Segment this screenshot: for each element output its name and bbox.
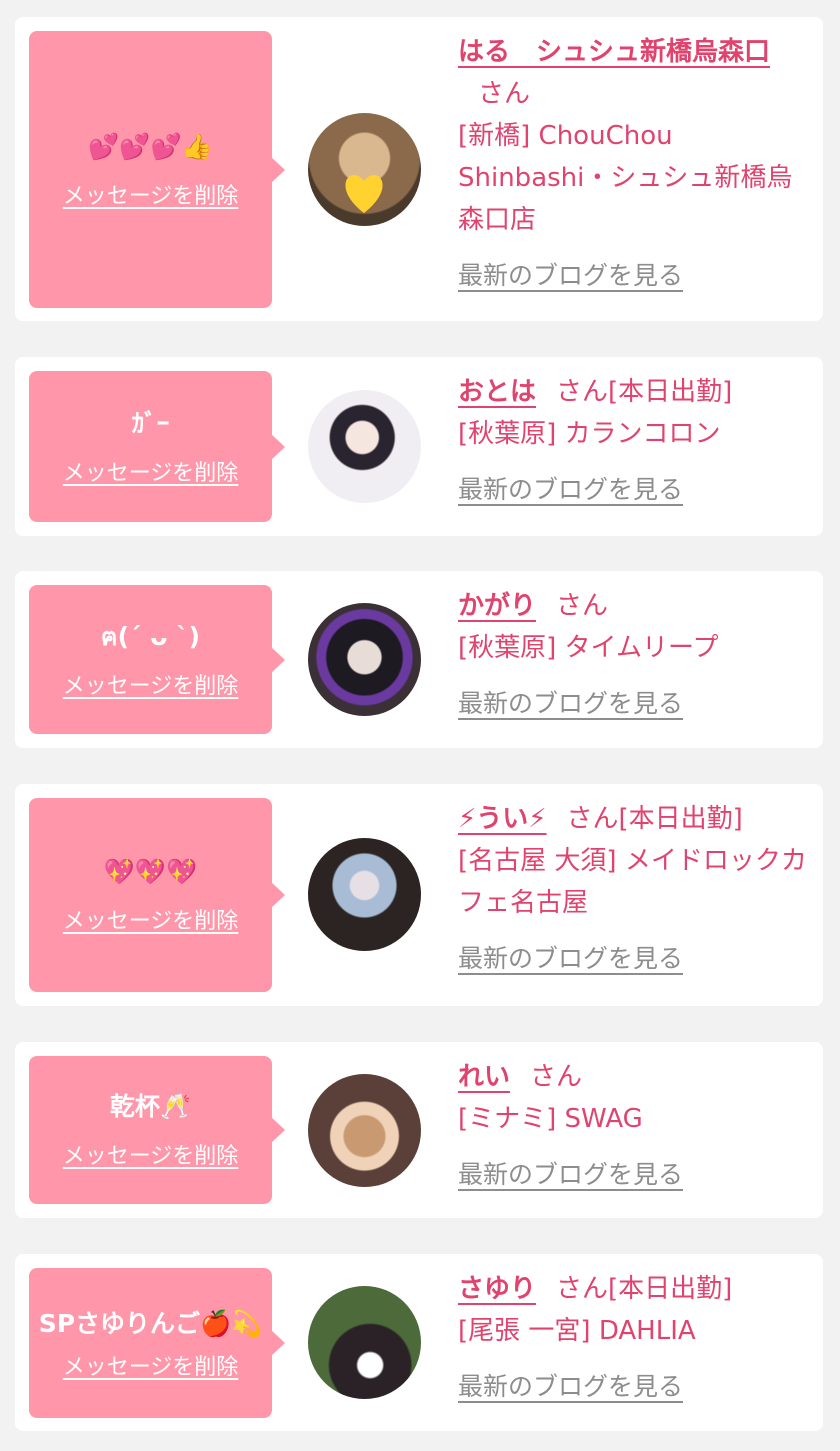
location-text: [秋葉原] タイムリープ	[458, 633, 719, 663]
avatar[interactable]	[308, 390, 421, 503]
blog-link[interactable]: 最新のブログを見る	[458, 255, 683, 297]
message-text: 乾杯🥂	[109, 1092, 192, 1121]
message-text: ฅ(ˊ ᴗ ˋ)	[100, 621, 201, 651]
message-bubble: 乾杯🥂 メッセージを削除	[29, 1056, 285, 1204]
status-badge: [本日出勤]	[618, 804, 743, 834]
entry-info: はる シュシュ新橋烏森口さん [新橋] ChouChou Shinbashi・シ…	[458, 31, 813, 297]
entry-info: れい さん [ミナミ] SWAG 最新のブログを見る	[458, 1056, 813, 1196]
message-text: 💖💖💖	[103, 857, 198, 886]
list-item: 乾杯🥂 メッセージを削除 れい さん [ミナミ] SWAG 最新のブログを見る	[15, 1042, 823, 1218]
message-bubble: 💕💕💕👍 メッセージを削除	[29, 31, 285, 308]
location-text: [新橋] ChouChou Shinbashi・シュシュ新橋烏森口店	[458, 121, 793, 235]
name-link[interactable]: はる シュシュ新橋烏森口	[458, 37, 770, 67]
status-badge: [本日出勤]	[608, 377, 733, 407]
message-text: SPさゆりんご🍎💫	[38, 1309, 263, 1338]
message-bubble: ฅ(ˊ ᴗ ˋ) メッセージを削除	[29, 585, 285, 734]
avatar[interactable]	[308, 1286, 421, 1399]
location-text: [秋葉原] カランコロン	[458, 419, 721, 449]
message-bubble: 💖💖💖 メッセージを削除	[29, 798, 285, 992]
blog-link[interactable]: 最新のブログを見る	[458, 469, 683, 511]
honorific: さん	[556, 377, 609, 407]
delete-message-link[interactable]: メッセージを削除	[63, 178, 239, 210]
honorific: さん	[556, 591, 609, 621]
message-bubble: ｶﾞｰ メッセージを削除	[29, 371, 285, 522]
message-list: 💕💕💕👍 メッセージを削除 はる シュシュ新橋烏森口さん [新橋] ChouCh…	[0, 0, 840, 1451]
name-link[interactable]: ⚡うい⚡	[458, 804, 547, 834]
list-item: ｶﾞｰ メッセージを削除 おとは さん[本日出勤] [秋葉原] カランコロン 最新…	[15, 357, 823, 536]
delete-message-link[interactable]: メッセージを削除	[63, 455, 239, 487]
name-link[interactable]: れい	[458, 1062, 510, 1092]
entry-info: ⚡うい⚡ さん[本日出勤] [名古屋 大須] メイドロックカフェ名古屋 最新のブロ…	[458, 798, 813, 980]
location-text: [名古屋 大須] メイドロックカフェ名古屋	[458, 846, 807, 918]
name-link[interactable]: かがり	[458, 591, 536, 621]
honorific: さん	[530, 1062, 583, 1092]
avatar[interactable]	[308, 113, 421, 226]
blog-link[interactable]: 最新のブログを見る	[458, 683, 683, 725]
avatar[interactable]	[308, 1074, 421, 1187]
name-link[interactable]: おとは	[458, 377, 536, 407]
message-bubble: SPさゆりんご🍎💫 メッセージを削除	[29, 1268, 285, 1418]
avatar[interactable]	[308, 838, 421, 951]
honorific: さん	[478, 79, 531, 109]
blog-link[interactable]: 最新のブログを見る	[458, 1366, 683, 1408]
list-item: ฅ(ˊ ᴗ ˋ) メッセージを削除 かがり さん [秋葉原] タイムリープ 最新の…	[15, 571, 823, 748]
honorific: さん	[556, 1274, 609, 1304]
delete-message-link[interactable]: メッセージを削除	[63, 903, 239, 935]
blog-link[interactable]: 最新のブログを見る	[458, 1154, 683, 1196]
entry-info: おとは さん[本日出勤] [秋葉原] カランコロン 最新のブログを見る	[458, 371, 813, 511]
entry-info: さゆり さん[本日出勤] [尾張 一宮] DAHLIA 最新のブログを見る	[458, 1268, 813, 1408]
location-text: [ミナミ] SWAG	[458, 1104, 643, 1134]
list-item: 💕💕💕👍 メッセージを削除 はる シュシュ新橋烏森口さん [新橋] ChouCh…	[15, 17, 823, 321]
message-text: ｶﾞｰ	[131, 408, 170, 438]
honorific: さん	[566, 804, 619, 834]
entry-info: かがり さん [秋葉原] タイムリープ 最新のブログを見る	[458, 585, 813, 725]
blog-link[interactable]: 最新のブログを見る	[458, 938, 683, 980]
message-text: 💕💕💕👍	[88, 131, 213, 161]
list-item: 💖💖💖 メッセージを削除 ⚡うい⚡ さん[本日出勤] [名古屋 大須] メイドロッ…	[15, 784, 823, 1006]
list-item: SPさゆりんご🍎💫 メッセージを削除 さゆり さん[本日出勤] [尾張 一宮] D…	[15, 1254, 823, 1431]
delete-message-link[interactable]: メッセージを削除	[63, 668, 239, 700]
status-badge: [本日出勤]	[608, 1274, 733, 1304]
delete-message-link[interactable]: メッセージを削除	[63, 1349, 239, 1381]
heart-sticker-icon	[345, 175, 383, 213]
avatar[interactable]	[308, 603, 421, 716]
name-link[interactable]: さゆり	[458, 1274, 536, 1304]
location-text: [尾張 一宮] DAHLIA	[458, 1316, 696, 1346]
delete-message-link[interactable]: メッセージを削除	[63, 1138, 239, 1170]
